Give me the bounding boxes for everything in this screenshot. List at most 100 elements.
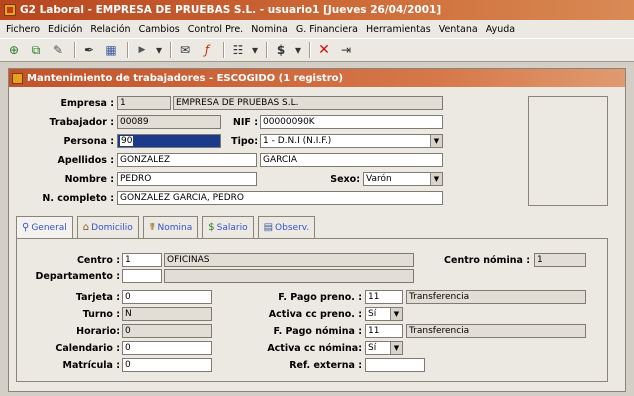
centro-label: Centro : [76,255,120,266]
activa-preno-select[interactable]: Sí ▼ [365,307,403,321]
activa-nomina-value: Sí [368,343,377,353]
calendario-label: Calendario : [55,343,120,354]
tab-salario-label: Salario [216,222,248,233]
app-title: G2 Laboral - EMPRESA DE PRUEBAS S.L. - u… [20,4,442,16]
house-icon: ⌂ [82,222,90,233]
menu-bar: Fichero Edición Relación Cambios Control… [0,20,634,38]
centro-code-field[interactable]: 1 [122,253,162,267]
departamento-name-field [164,269,414,283]
persona-field[interactable]: 90 [117,134,221,148]
edit-pencil-icon[interactable]: ✎ [48,41,68,59]
apellido1-field[interactable]: GONZALEZ [117,153,257,167]
dropdown-icon[interactable]: ▾ [250,41,260,59]
activa-nomina-select[interactable]: Sí ▼ [365,341,403,355]
function-icon[interactable]: ƒ [197,41,217,59]
dropdown-icon[interactable]: ▾ [154,41,164,59]
app-logo-icon [4,4,16,16]
report-icon[interactable]: ✉ [175,41,195,59]
tarjeta-field[interactable]: 0 [122,290,212,304]
toolbar-separator [266,42,267,58]
tab-general-label: General [31,222,67,233]
nombre-field[interactable]: PEDRO [117,172,257,186]
nombre-label: Nombre : [64,174,114,185]
chevron-down-icon[interactable]: ▼ [390,308,402,320]
menu-herramientas[interactable]: Herramientas [362,24,435,35]
trabajador-field: 00089 [117,115,221,129]
toolbar-separator [309,42,310,58]
tab-general[interactable]: ⚲ General [16,216,73,238]
horario-label: Horario: [76,326,120,337]
notes-icon: ▤ [263,222,274,233]
nombre-completo-field[interactable]: GONZALEZ GARCIA, PEDRO [117,191,443,205]
chevron-down-icon[interactable]: ▼ [390,342,402,354]
grid-icon[interactable]: ☷ [228,41,248,59]
tab-observ[interactable]: ▤ Observ. [257,216,316,238]
money-icon: $ [208,222,215,233]
chevron-down-icon[interactable]: ▼ [430,135,442,147]
turno-label: Turno : [82,309,120,320]
tab-domicilio[interactable]: ⌂ Domicilio [76,216,139,238]
pago-preno-code-field[interactable]: 11 [365,290,403,304]
toolbar-separator [170,42,171,58]
toolbar-separator [74,42,75,58]
activa-preno-value: Sí [368,309,377,319]
menu-ventana[interactable]: Ventana [435,24,482,35]
tab-salario[interactable]: $ Salario [202,216,254,238]
play-icon[interactable]: ▶ [132,41,152,59]
pen-tool-icon[interactable]: ✒ [79,41,99,59]
image-icon[interactable]: ▦ [101,41,121,59]
activa-preno-label: Activa cc preno. : [268,309,362,320]
nif-field[interactable]: 00000090K [260,115,443,129]
dropdown-icon[interactable]: ▾ [293,41,303,59]
ref-externa-label: Ref. externa : [289,360,362,371]
persona-value: 90 [120,136,134,146]
menu-fichero[interactable]: Fichero [2,24,44,35]
window-icon [12,72,23,84]
menu-cambios[interactable]: Cambios [135,24,184,35]
tarjeta-label: Tarjeta : [75,292,120,303]
tipo-value: 1 - D.N.I (N.I.F.) [263,136,332,146]
trabajador-label: Trabajador : [49,117,114,128]
tab-nomina[interactable]: ☤ Nomina [142,216,199,238]
pago-nomina-name-field: Transferencia [406,324,586,338]
tab-domicilio-label: Domicilio [91,222,133,233]
chevron-down-icon[interactable]: ▼ [430,173,442,185]
centro-nomina-label: Centro nómina : [444,255,530,266]
nif-label: NIF : [232,117,258,128]
sexo-label: Sexo: [330,174,360,185]
empresa-label: Empresa : [60,98,115,109]
export-icon[interactable]: ⇥ [336,41,356,59]
persona-label: Persona : [63,136,114,147]
centro-name-field: OFICINAS [164,253,414,267]
centro-nomina-field: 1 [534,253,586,267]
matricula-label: Matrícula : [62,360,120,371]
nombre-completo-label: N. completo : [42,193,114,204]
new-record-icon[interactable]: ⊕ [4,41,24,59]
apellido2-field[interactable]: GARCIA [260,153,443,167]
menu-edicion[interactable]: Edición [44,24,86,35]
currency-icon[interactable]: $ [271,41,291,59]
departamento-code-field[interactable] [122,269,162,283]
pago-nomina-code-field[interactable]: 11 [365,324,403,338]
pago-preno-label: F. Pago preno. : [278,292,362,303]
tab-nomina-label: Nomina [157,222,193,233]
close-x-icon[interactable]: ✕ [314,41,334,59]
toolbar-separator [127,42,128,58]
menu-control-pre[interactable]: Control Pre. [184,24,247,35]
menu-g-financiera[interactable]: G. Financiera [292,24,362,35]
sexo-select[interactable]: Varón ▼ [363,172,443,186]
matricula-field[interactable]: 0 [122,358,212,372]
activa-nomina-label: Activa cc nómina: [267,343,362,354]
search-person-icon: ⚲ [22,222,30,233]
menu-ayuda[interactable]: Ayuda [482,24,519,35]
tipo-select[interactable]: 1 - D.N.I (N.I.F.) ▼ [260,134,443,148]
photo-box [528,96,608,206]
turno-field: N [122,307,212,321]
tipo-label: Tipo: [231,136,258,147]
toolbar-separator [223,42,224,58]
copy-record-icon[interactable]: ⧉ [26,41,46,59]
menu-relacion[interactable]: Relación [86,24,134,35]
calendario-field[interactable]: 0 [122,341,212,355]
menu-nomina[interactable]: Nomina [247,24,292,35]
ref-externa-field[interactable] [365,358,425,372]
